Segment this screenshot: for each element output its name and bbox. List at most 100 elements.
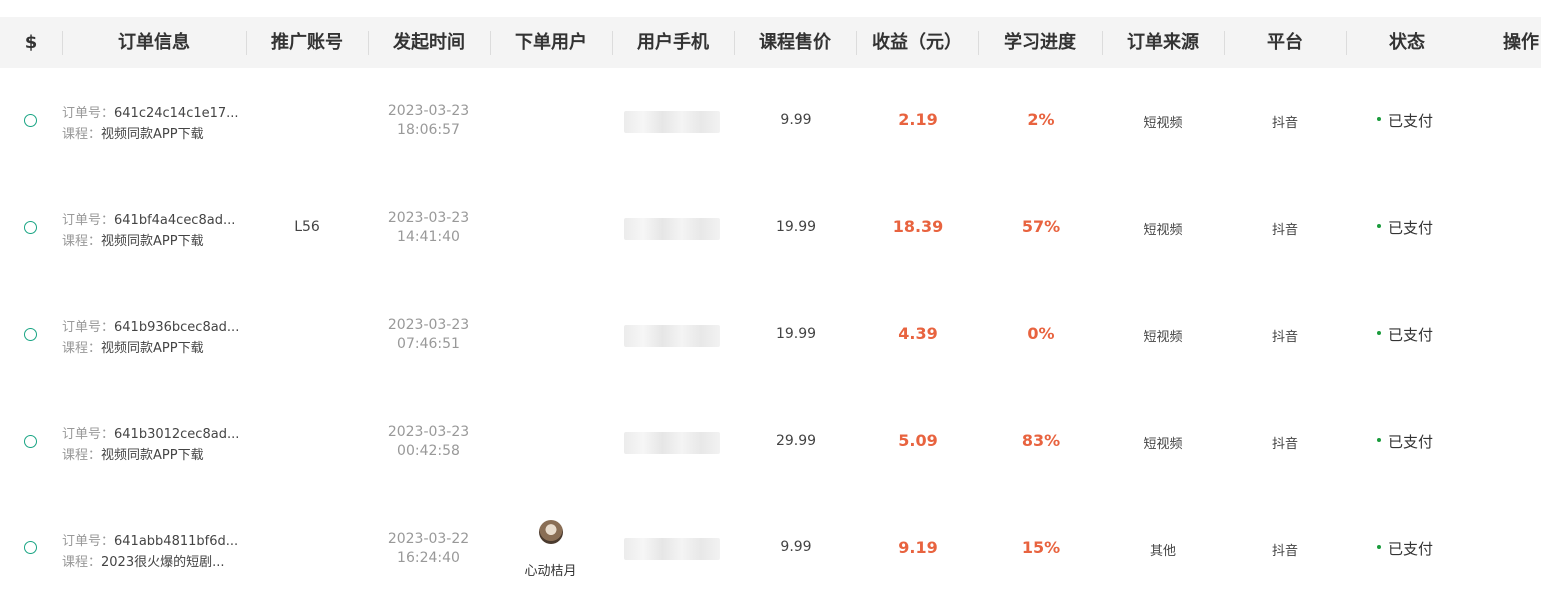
status-text: 已支付 bbox=[1388, 433, 1434, 451]
income: 2.19 bbox=[898, 110, 938, 129]
table-row[interactable]: 订单号：641c24c14c1e17... 课程：视频同款APP下载 2023-… bbox=[0, 68, 1541, 175]
column-header-actions: 操作 bbox=[1503, 32, 1539, 53]
order-no: 641b3012cec8ad... bbox=[114, 427, 240, 442]
platform: 抖音 bbox=[1271, 116, 1298, 131]
status-badge: 已支付 bbox=[1377, 324, 1433, 345]
phone-blurred bbox=[624, 325, 720, 347]
column-header-user: 下单用户 bbox=[515, 32, 587, 53]
created-date: 2023-03-23 bbox=[387, 317, 470, 333]
course-name: 视频同款APP下载 bbox=[101, 234, 204, 249]
order-no-label: 订单号： bbox=[62, 213, 115, 228]
platform: 抖音 bbox=[1271, 437, 1298, 452]
order-source: 其他 bbox=[1149, 544, 1176, 559]
table-row[interactable]: 订单号：641abb4811bf6d... 课程：2023很火爆的短剧... 2… bbox=[0, 484, 1541, 591]
platform: 抖音 bbox=[1271, 330, 1298, 345]
status-text: 已支付 bbox=[1388, 219, 1434, 237]
column-header-select-all[interactable]: $ bbox=[0, 17, 62, 68]
order-no-label: 订单号： bbox=[62, 106, 115, 121]
created-clock: 18:06:57 bbox=[397, 122, 460, 138]
study-progress: 0% bbox=[1027, 324, 1055, 343]
status-badge: 已支付 bbox=[1377, 538, 1433, 559]
order-user bbox=[490, 282, 611, 389]
income: 5.09 bbox=[898, 431, 938, 450]
phone-blurred bbox=[624, 218, 720, 240]
order-no: 641c24c14c1e17... bbox=[114, 106, 239, 121]
course-price: 9.99 bbox=[780, 112, 812, 128]
status-dot-icon bbox=[1377, 330, 1381, 335]
status-text: 已支付 bbox=[1388, 326, 1434, 344]
row-select-radio[interactable] bbox=[24, 221, 37, 234]
course-label: 课程： bbox=[62, 127, 102, 142]
order-source: 短视频 bbox=[1143, 116, 1183, 131]
phone-blurred bbox=[624, 432, 720, 454]
course-label: 课程： bbox=[62, 234, 102, 249]
created-clock: 14:41:40 bbox=[397, 229, 460, 245]
study-progress: 2% bbox=[1027, 110, 1055, 129]
course-label: 课程： bbox=[62, 555, 102, 570]
order-source: 短视频 bbox=[1143, 223, 1183, 238]
status-text: 已支付 bbox=[1388, 540, 1434, 558]
row-select-radio[interactable] bbox=[24, 541, 37, 554]
order-user bbox=[490, 68, 611, 175]
status-badge: 已支付 bbox=[1377, 110, 1433, 131]
course-price: 29.99 bbox=[775, 433, 817, 449]
order-no: 641b936bcec8ad... bbox=[114, 320, 240, 335]
created-date: 2023-03-23 bbox=[387, 210, 470, 226]
row-select-radio[interactable] bbox=[24, 114, 37, 127]
promo-account: L56 bbox=[294, 219, 320, 235]
course-label: 课程： bbox=[62, 448, 102, 463]
order-no-label: 订单号： bbox=[62, 427, 115, 442]
user-name: 心动桔月 bbox=[524, 564, 577, 579]
income: 18.39 bbox=[892, 217, 944, 236]
column-header-platform: 平台 bbox=[1267, 32, 1303, 53]
course-price: 9.99 bbox=[780, 539, 812, 555]
table-row[interactable]: 订单号：641b936bcec8ad... 课程：视频同款APP下载 2023-… bbox=[0, 282, 1541, 389]
course-price: 19.99 bbox=[775, 326, 817, 342]
created-clock: 07:46:51 bbox=[397, 336, 460, 352]
column-header-order-info: 订单信息 bbox=[118, 32, 190, 53]
order-no-label: 订单号： bbox=[62, 534, 115, 549]
study-progress: 83% bbox=[1021, 431, 1061, 450]
course-price: 19.99 bbox=[775, 219, 817, 235]
column-header-status: 状态 bbox=[1389, 32, 1425, 53]
order-source: 短视频 bbox=[1143, 330, 1183, 345]
order-user bbox=[490, 389, 611, 496]
created-time: 2023-03-23 00:42:58 bbox=[368, 423, 489, 461]
study-progress: 57% bbox=[1021, 217, 1061, 236]
row-select-radio[interactable] bbox=[24, 328, 37, 341]
status-dot-icon bbox=[1377, 116, 1381, 121]
column-header-income: 收益（元） bbox=[872, 32, 962, 53]
table-header: $ 订单信息 推广账号 发起时间 下单用户 用户手机 课程售价 收益（元） 学习… bbox=[0, 17, 1541, 68]
course-name: 2023很火爆的短剧... bbox=[101, 555, 225, 570]
platform: 抖音 bbox=[1271, 544, 1298, 559]
table-row[interactable]: 订单号：641bf4a4cec8ad... 课程：视频同款APP下载 L56 2… bbox=[0, 175, 1541, 282]
order-no-label: 订单号： bbox=[62, 320, 115, 335]
orders-table: $ 订单信息 推广账号 发起时间 下单用户 用户手机 课程售价 收益（元） 学习… bbox=[0, 0, 1541, 591]
column-header-phone: 用户手机 bbox=[637, 32, 709, 53]
created-clock: 00:42:58 bbox=[397, 443, 460, 459]
column-header-source: 订单来源 bbox=[1127, 32, 1199, 53]
course-name: 视频同款APP下载 bbox=[101, 127, 204, 142]
created-time: 2023-03-23 07:46:51 bbox=[368, 316, 489, 354]
table-row[interactable]: 订单号：641b3012cec8ad... 课程：视频同款APP下载 2023-… bbox=[0, 389, 1541, 496]
avatar bbox=[539, 520, 563, 544]
created-date: 2023-03-23 bbox=[387, 424, 470, 440]
created-date: 2023-03-23 bbox=[387, 103, 470, 119]
created-time: 2023-03-23 18:06:57 bbox=[368, 102, 489, 140]
order-no: 641abb4811bf6d... bbox=[114, 534, 239, 549]
phone-blurred bbox=[624, 111, 720, 133]
course-label: 课程： bbox=[62, 341, 102, 356]
order-source: 短视频 bbox=[1143, 437, 1183, 452]
course-name: 视频同款APP下载 bbox=[101, 341, 204, 356]
column-header-progress: 学习进度 bbox=[1004, 32, 1076, 53]
status-dot-icon bbox=[1377, 544, 1381, 549]
created-time: 2023-03-22 16:24:40 bbox=[368, 530, 489, 568]
status-dot-icon bbox=[1377, 223, 1381, 228]
order-user[interactable]: 心动桔月 bbox=[490, 484, 611, 591]
order-user bbox=[490, 175, 611, 282]
income: 4.39 bbox=[898, 324, 938, 343]
income: 9.19 bbox=[898, 538, 938, 557]
row-select-radio[interactable] bbox=[24, 435, 37, 448]
platform: 抖音 bbox=[1271, 223, 1298, 238]
phone-blurred bbox=[624, 538, 720, 560]
